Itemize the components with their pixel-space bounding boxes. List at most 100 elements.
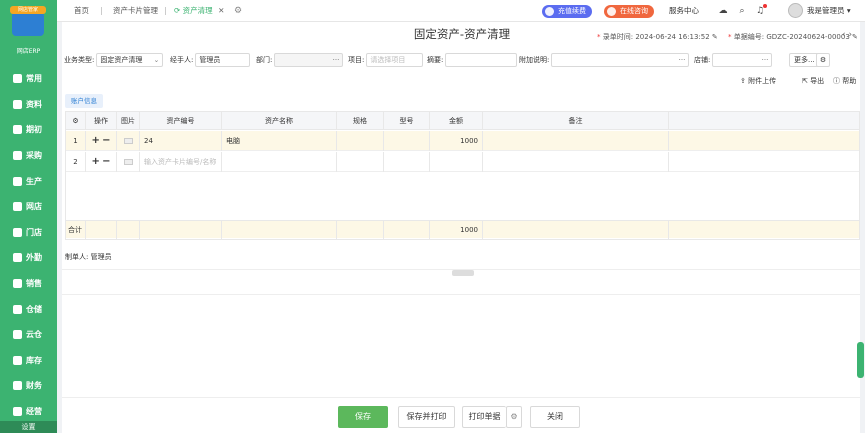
sidebar-item-sales[interactable]: 销售 bbox=[0, 271, 57, 297]
tab-asset-clearance[interactable]: ⟳ 资产清理 ✕ bbox=[174, 0, 224, 22]
grid-total-row: 合计 1000 bbox=[66, 220, 859, 239]
print-settings-icon[interactable]: ⚙ bbox=[506, 406, 522, 428]
sidebar-item-retail-store[interactable]: 门店 bbox=[0, 220, 57, 246]
asset-code-cell[interactable]: 24 bbox=[140, 131, 222, 151]
logo-text: 网店ERP bbox=[16, 48, 41, 55]
sidebar-item-field[interactable]: 外勤 bbox=[0, 245, 57, 271]
save-button[interactable]: 保存 bbox=[338, 406, 388, 428]
floating-scroll-handle[interactable] bbox=[857, 342, 864, 378]
help-button[interactable]: ⓘ 帮助 bbox=[833, 76, 856, 86]
chevron-right-icon[interactable]: › bbox=[848, 30, 852, 40]
image-placeholder-icon[interactable] bbox=[117, 152, 140, 172]
spec-cell[interactable] bbox=[337, 131, 384, 151]
operations-icon bbox=[13, 407, 22, 417]
tab-separator bbox=[165, 7, 166, 15]
settings-button[interactable]: 设置 bbox=[0, 421, 57, 433]
data-icon bbox=[13, 99, 22, 109]
app-logo[interactable]: 网店管家 bbox=[10, 6, 46, 36]
help-icon: ⓘ bbox=[833, 77, 843, 85]
chevron-left-icon[interactable]: ‹ bbox=[842, 30, 846, 40]
summary-input[interactable] bbox=[445, 53, 518, 67]
refresh-icon[interactable]: ⟳ bbox=[174, 6, 183, 15]
sidebar-item-production[interactable]: 生产 bbox=[0, 168, 57, 194]
main-content: 固定资产-资产清理 * 录单时间: 2024-06-24 16:13:52 ✎ … bbox=[62, 22, 860, 433]
shop-icon bbox=[13, 227, 22, 237]
export-button[interactable]: ⇱ 导出 bbox=[802, 76, 824, 86]
grid-header: ⚙ 操作 图片 资产编号 资产名称 规格 型号 金额 备注 bbox=[66, 112, 859, 130]
remove-row-icon[interactable]: − bbox=[102, 156, 110, 167]
more-dots-icon[interactable]: ··· bbox=[679, 54, 686, 66]
dept-input[interactable]: ··· bbox=[274, 53, 344, 67]
sidebar-item-opening[interactable]: 期初 bbox=[0, 117, 57, 143]
col-op: 操作 bbox=[86, 112, 117, 130]
opening-icon bbox=[13, 125, 22, 135]
add-row-icon[interactable]: + bbox=[91, 156, 99, 167]
biz-type-field: 业务类型: 固定资产清理 ⌄ bbox=[64, 53, 164, 67]
search-icon[interactable]: ⌕ bbox=[737, 6, 747, 16]
tab-close-icon[interactable]: ✕ bbox=[218, 6, 224, 15]
save-and-print-button[interactable]: 保存并打印 bbox=[398, 406, 455, 428]
add-row-icon[interactable]: + bbox=[91, 135, 99, 146]
sidebar-item-purchase[interactable]: 采购 bbox=[0, 143, 57, 169]
remark-cell[interactable] bbox=[483, 131, 669, 151]
print-button[interactable]: 打印单据 bbox=[462, 406, 506, 428]
sales-icon bbox=[13, 279, 22, 289]
sidebar-item-inventory[interactable]: 库存 bbox=[0, 348, 57, 374]
store-icon bbox=[13, 202, 22, 212]
sidebar-item-data[interactable]: 资料 bbox=[0, 92, 57, 118]
model-cell[interactable] bbox=[384, 131, 430, 151]
col-name: 资产名称 bbox=[222, 112, 337, 130]
logo-badge: 网店管家 bbox=[10, 6, 46, 14]
online-consult-button[interactable]: 在线咨询 bbox=[604, 5, 654, 18]
bell-icon[interactable]: ♫ bbox=[755, 4, 767, 16]
biz-type-select[interactable]: 固定资产清理 ⌄ bbox=[96, 53, 164, 67]
tab-asset-card-management[interactable]: 资产卡片管理 bbox=[113, 0, 158, 22]
resize-handle[interactable] bbox=[452, 270, 474, 276]
col-spec: 规格 bbox=[337, 112, 384, 130]
divider bbox=[62, 294, 860, 295]
user-menu[interactable]: 我是管理员 ▾ bbox=[807, 0, 851, 22]
asset-name-cell[interactable]: 电脑 bbox=[222, 131, 337, 151]
more-dots-icon[interactable]: ··· bbox=[333, 54, 340, 66]
store-input[interactable]: ··· bbox=[712, 53, 773, 67]
table-row[interactable]: 1 + − 24 电脑 1000 bbox=[66, 131, 859, 151]
form-settings-icon[interactable]: ⚙ bbox=[816, 53, 830, 67]
note-input[interactable]: ··· bbox=[551, 53, 690, 67]
tab-home[interactable]: 首页 bbox=[74, 0, 89, 22]
sidebar-item-warehouse[interactable]: 仓储 bbox=[0, 296, 57, 322]
cloud-warehouse-icon bbox=[13, 330, 22, 340]
tab-account-info[interactable]: 账户信息 bbox=[65, 94, 103, 108]
image-placeholder-icon[interactable] bbox=[117, 131, 140, 151]
cloud-upload-icon[interactable]: ☁ bbox=[718, 6, 728, 16]
edit-icon[interactable]: ✎ bbox=[852, 33, 858, 41]
upload-icon: ⇪ bbox=[740, 77, 749, 85]
star-icon bbox=[13, 74, 22, 84]
column-settings-icon[interactable]: ⚙ bbox=[66, 112, 86, 130]
remove-row-icon[interactable]: − bbox=[102, 135, 110, 146]
table-row[interactable]: 2 + − 输入资产卡片编号/名称 bbox=[66, 152, 859, 172]
sidebar-item-finance[interactable]: 财务 bbox=[0, 373, 57, 399]
recharge-button[interactable]: 充值续费 bbox=[542, 5, 592, 18]
avatar[interactable] bbox=[788, 3, 803, 18]
amount-cell[interactable]: 1000 bbox=[430, 131, 483, 151]
sidebar-nav: 常用 资料 期初 采购 生产 网店 门店 外勤 销售 仓储 云仓 库存 财务 经… bbox=[0, 66, 57, 424]
handler-input[interactable]: 管理员 bbox=[195, 53, 251, 67]
attachment-upload-button[interactable]: ⇪ 附件上传 bbox=[740, 76, 776, 86]
nav-arrows: ‹ › bbox=[842, 30, 852, 40]
edit-icon[interactable]: ✎ bbox=[712, 33, 718, 41]
col-model: 型号 bbox=[384, 112, 430, 130]
more-dots-icon[interactable]: ··· bbox=[762, 54, 769, 66]
bottom-action-bar: 保存 保存并打印 打印单据 ⚙ 关闭 bbox=[62, 397, 860, 433]
notification-dot bbox=[763, 4, 767, 8]
total-amount: 1000 bbox=[430, 221, 483, 239]
tab-settings-icon[interactable]: ⚙ bbox=[234, 0, 242, 22]
project-input[interactable]: 请选择项目 bbox=[366, 53, 424, 67]
close-button[interactable]: 关闭 bbox=[530, 406, 580, 428]
finance-icon bbox=[13, 381, 22, 391]
sidebar-item-online-store[interactable]: 网店 bbox=[0, 194, 57, 220]
service-center-link[interactable]: 服务中心 bbox=[669, 0, 699, 22]
sidebar-item-common[interactable]: 常用 bbox=[0, 66, 57, 92]
asset-search-input[interactable]: 输入资产卡片编号/名称 bbox=[140, 152, 222, 172]
col-remark: 备注 bbox=[483, 112, 669, 130]
sidebar-item-cloud-warehouse[interactable]: 云仓 bbox=[0, 322, 57, 348]
